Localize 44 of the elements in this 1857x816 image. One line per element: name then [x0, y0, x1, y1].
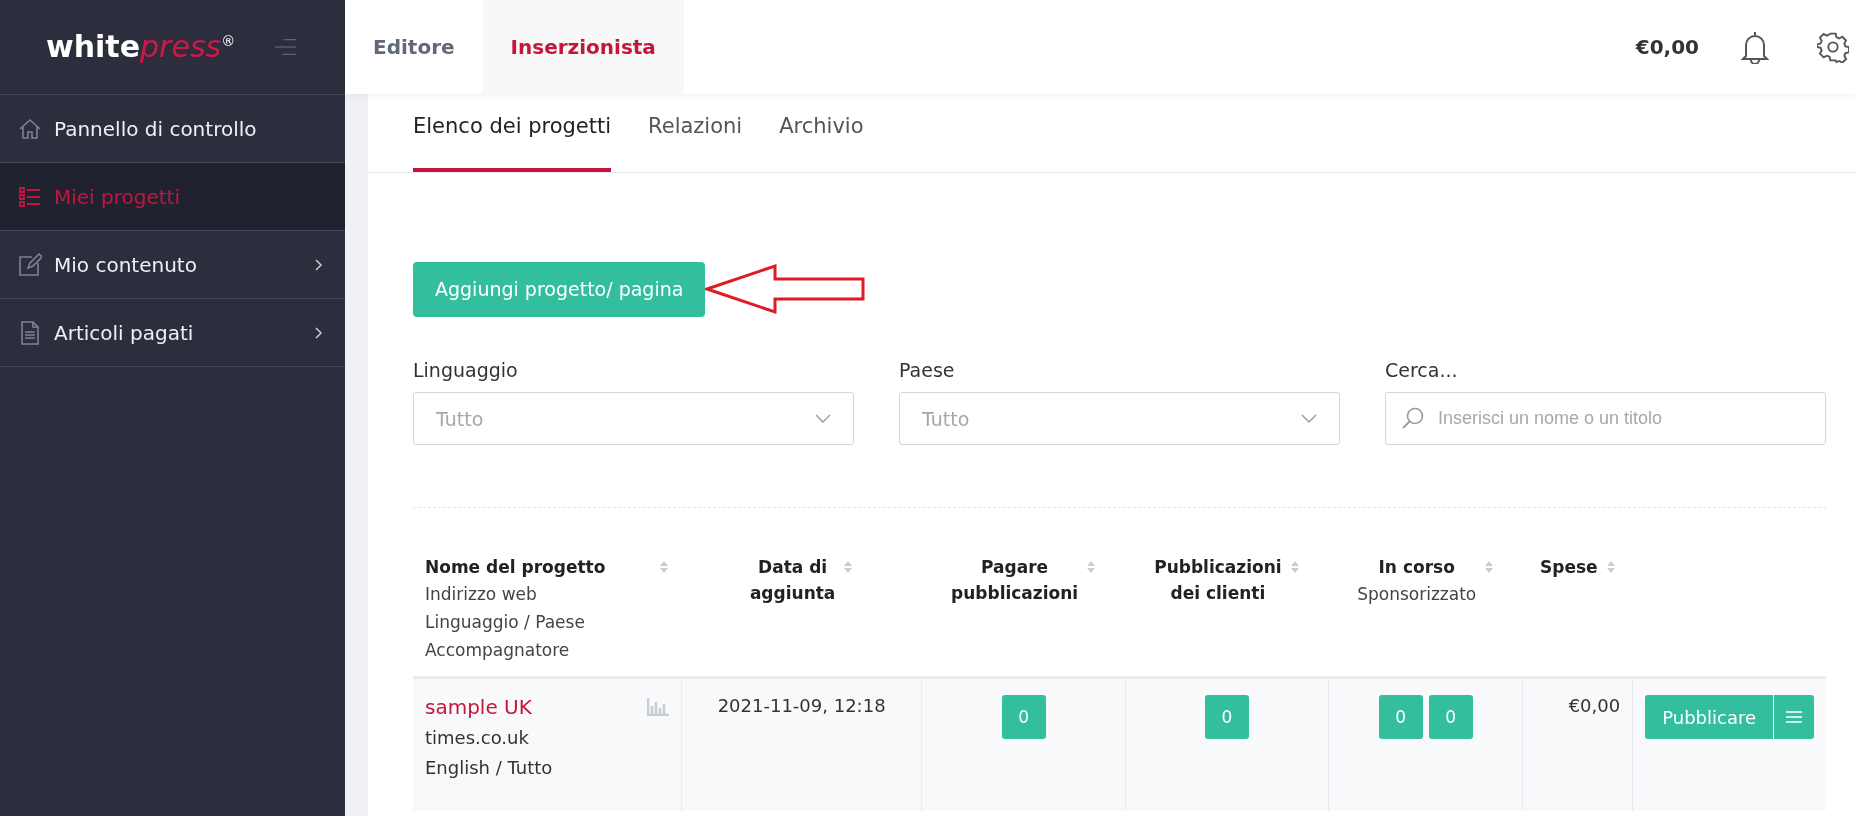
column-header[interactable]: Pagare pubblicazioni — [951, 554, 1079, 606]
column-header[interactable]: Nome del progetto — [425, 554, 606, 580]
filter-label: Paese — [899, 359, 956, 381]
cost: €0,00 — [1568, 695, 1621, 716]
column-header[interactable]: In corso — [1378, 554, 1455, 580]
logo[interactable]: whitepress$^{®}$ — [46, 32, 236, 62]
column-header[interactable]: Data di aggiunta — [749, 554, 836, 606]
chevron-down-icon — [815, 414, 831, 423]
tab[interactable]: Elenco dei progetti — [413, 94, 612, 172]
date-added: 2021-11-09, 12:18 — [717, 695, 886, 716]
edit-icon — [18, 252, 42, 277]
role-tab[interactable]: Editore — [345, 0, 483, 94]
chevron-down-icon — [1301, 414, 1317, 423]
sort-icon[interactable] — [659, 560, 670, 574]
sidebar-item[interactable]: Mio contenuto — [0, 231, 345, 299]
menu-icon — [1786, 711, 1802, 723]
sort-icon[interactable] — [1086, 560, 1097, 574]
tab[interactable]: Relazioni — [648, 94, 743, 172]
menu-button[interactable] — [1774, 695, 1814, 739]
search-icon — [1401, 406, 1425, 430]
filter-label: Cerca... — [1385, 359, 1459, 381]
balance: €0,00 — [1635, 35, 1699, 59]
bar-chart-icon[interactable] — [646, 698, 669, 716]
list-icon — [18, 184, 42, 209]
filter-label: Linguaggio — [413, 359, 519, 381]
search-field[interactable]: Inserisci un nome o un titolo — [1385, 392, 1826, 445]
settings-icon[interactable] — [1817, 31, 1849, 63]
column-header[interactable]: Pubblicazioni dei clienti — [1154, 554, 1282, 606]
column-subheader: Sponsorizzato — [1357, 583, 1477, 606]
column-subheader: Indirizzo web Linguaggio / Paese Accompagnatore — [425, 583, 585, 662]
project-link[interactable]: sample UK — [425, 695, 532, 719]
role-tab[interactable]: Inserzionista — [482, 0, 684, 94]
sidebar-item[interactable]: Articoli pagati — [0, 299, 345, 367]
sort-icon[interactable] — [1289, 560, 1300, 574]
tab[interactable]: Archivio — [779, 94, 864, 172]
bell-icon[interactable] — [1741, 30, 1769, 64]
sort-icon[interactable] — [843, 560, 854, 574]
document-icon — [18, 320, 42, 345]
project-language: English / Tutto — [425, 756, 554, 780]
column-header[interactable]: Spese — [1539, 554, 1598, 580]
project-url: times.co.uk — [425, 726, 530, 750]
home-icon — [18, 116, 42, 141]
sort-icon[interactable] — [1484, 560, 1495, 574]
sort-icon[interactable] — [1605, 560, 1616, 574]
